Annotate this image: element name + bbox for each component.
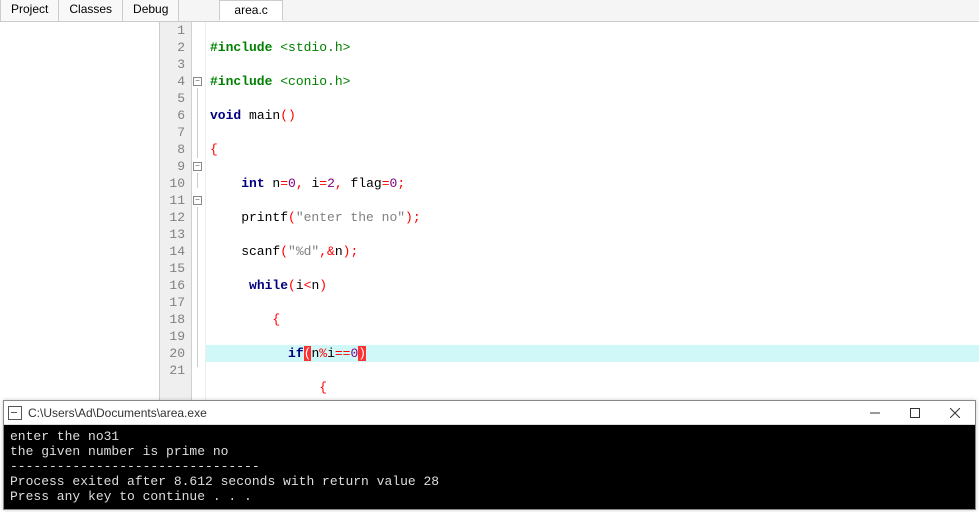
code-line: printf("enter the no"); (206, 209, 979, 226)
fold-line (197, 173, 198, 188)
line-num: 7 (160, 124, 185, 141)
console-window: C:\Users\Ad\Documents\area.exe enter the… (3, 400, 976, 510)
minimize-button[interactable] (855, 401, 895, 425)
line-num: 2 (160, 39, 185, 56)
line-num: 10 (160, 175, 185, 192)
fold-box-icon[interactable]: − (193, 77, 202, 86)
editor-tab-bar: area.c (179, 0, 979, 21)
line-num: 21 (160, 362, 185, 379)
console-line: Process exited after 8.612 seconds with … (10, 474, 439, 489)
close-icon (950, 408, 960, 418)
line-num: 15 (160, 260, 185, 277)
fold-box-icon[interactable]: − (193, 162, 202, 171)
tab-classes[interactable]: Classes (59, 0, 123, 21)
code-line: { (206, 311, 979, 328)
line-num: 17 (160, 294, 185, 311)
tab-debug[interactable]: Debug (123, 0, 179, 21)
line-num: 8 (160, 141, 185, 158)
fold-line (197, 88, 198, 158)
top-panel: Project Classes Debug area.c (0, 0, 979, 22)
side-tabs: Project Classes Debug (0, 0, 179, 21)
code-line: { (206, 379, 979, 396)
console-line: the given number is prime no (10, 444, 228, 459)
line-num: 9 (160, 158, 185, 175)
console-line: enter the no31 (10, 429, 119, 444)
code-line: #include <stdio.h> (206, 39, 979, 56)
code-line: { (206, 141, 979, 158)
code-line: while(i<n) (206, 277, 979, 294)
console-line: -------------------------------- (10, 459, 260, 474)
window-buttons (855, 401, 975, 425)
line-num: 20 (160, 345, 185, 362)
console-icon (8, 406, 22, 420)
line-num: 14 (160, 243, 185, 260)
code-area[interactable]: #include <stdio.h> #include <conio.h> vo… (206, 22, 979, 400)
line-num: 4 (160, 73, 185, 90)
tab-project[interactable]: Project (0, 0, 59, 21)
line-number-gutter: 1 2 3 4 5 6 7 8 9 10 11 12 13 14 15 16 1… (160, 22, 192, 400)
fold-box-icon[interactable]: − (193, 196, 202, 205)
fold-column: − − − (192, 22, 206, 400)
minimize-icon (870, 408, 880, 418)
code-line: scanf("%d",&n); (206, 243, 979, 260)
maximize-button[interactable] (895, 401, 935, 425)
line-num: 6 (160, 107, 185, 124)
console-title: C:\Users\Ad\Documents\area.exe (28, 406, 855, 420)
project-pane[interactable] (0, 22, 160, 400)
fold-line (197, 207, 198, 367)
editor-tab-active[interactable]: area.c (219, 0, 282, 21)
line-num: 19 (160, 328, 185, 345)
console-line: Press any key to continue . . . (10, 489, 252, 504)
code-line: void main() (206, 107, 979, 124)
line-num: 12 (160, 209, 185, 226)
code-line: #include <conio.h> (206, 73, 979, 90)
console-titlebar[interactable]: C:\Users\Ad\Documents\area.exe (4, 401, 975, 425)
line-num: 13 (160, 226, 185, 243)
maximize-icon (910, 408, 920, 418)
line-num: 3 (160, 56, 185, 73)
code-line: int n=0, i=2, flag=0; (206, 175, 979, 192)
code-editor[interactable]: 1 2 3 4 5 6 7 8 9 10 11 12 13 14 15 16 1… (160, 22, 979, 400)
line-num: 16 (160, 277, 185, 294)
main-area: 1 2 3 4 5 6 7 8 9 10 11 12 13 14 15 16 1… (0, 22, 979, 400)
line-num: 1 (160, 22, 185, 39)
line-num: 11 (160, 192, 185, 209)
line-num: 5 (160, 90, 185, 107)
console-output[interactable]: enter the no31 the given number is prime… (4, 425, 975, 509)
code-line-current: if(n%i==0) (206, 345, 979, 362)
line-num: 18 (160, 311, 185, 328)
close-button[interactable] (935, 401, 975, 425)
